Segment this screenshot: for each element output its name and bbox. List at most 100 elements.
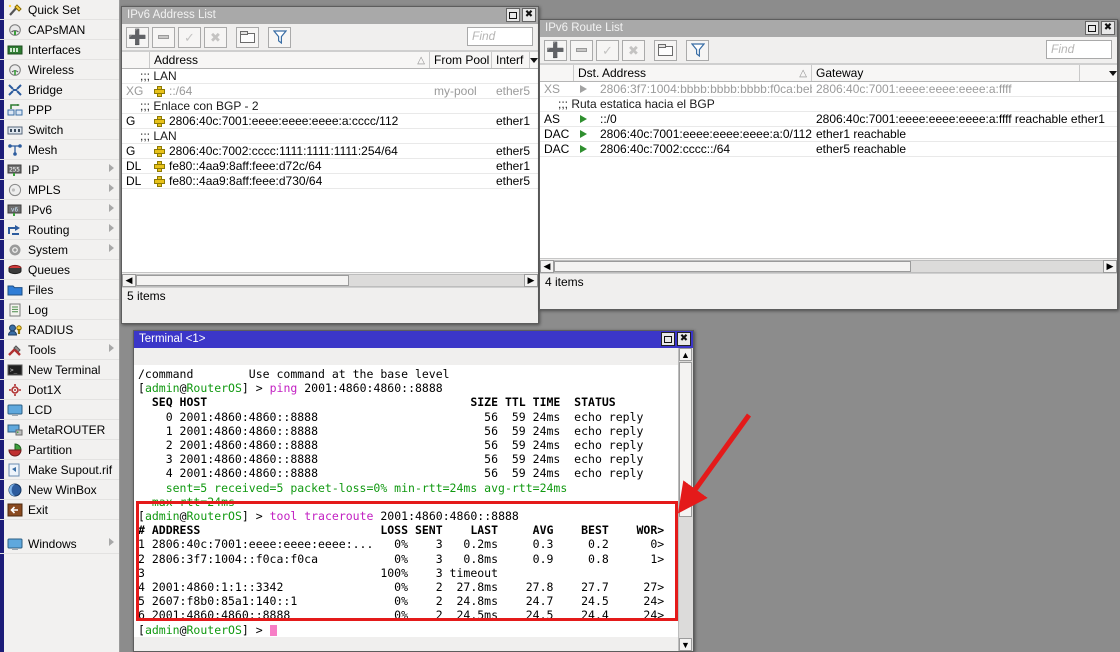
sidebar-item-radius[interactable]: RADIUS (0, 320, 119, 340)
scroll-left-button[interactable]: ◀ (122, 274, 136, 287)
table-comment-row[interactable]: ;;; Enlace con BGP - 2 (122, 99, 538, 114)
sidebar-item-capsman[interactable]: CAPsMAN (0, 20, 119, 40)
terminal-output[interactable]: /command Use command at the base level[a… (134, 365, 693, 637)
lcd-icon (6, 402, 23, 417)
scroll-right-button[interactable]: ▶ (1103, 260, 1117, 273)
table-row[interactable]: G2806:40c:7001:eeee:eeee:eeee:a:cccc/112… (122, 114, 538, 129)
sidebar-item-interfaces[interactable]: Interfaces (0, 40, 119, 60)
sidebar-item-wireless[interactable]: Wireless (0, 60, 119, 80)
route-hscrollbar[interactable]: ◀ ▶ (540, 258, 1117, 273)
hscroll-track[interactable] (136, 274, 524, 287)
comment-text: ;;; Ruta estatica hacia el BGP (540, 97, 1117, 111)
enable-button[interactable]: ✓ (596, 40, 619, 61)
sidebar-item-label: IPv6 (28, 203, 52, 217)
comment-button[interactable] (654, 40, 677, 61)
column-chooser-button[interactable] (1080, 65, 1117, 81)
sidebar-item-ip[interactable]: 255IP (0, 160, 119, 180)
filter-button[interactable] (268, 27, 291, 48)
column-header[interactable] (122, 52, 150, 68)
sidebar-item-mpls[interactable]: MPLS (0, 180, 119, 200)
table-comment-row[interactable]: ;;; Ruta estatica hacia el BGP (540, 97, 1117, 112)
enable-button[interactable]: ✓ (178, 27, 201, 48)
terminal-window[interactable]: Terminal <1> ✖ /command Use command at t… (133, 330, 694, 652)
table-row[interactable]: XS2806:3f7:1004:bbbb:bbbb:bbbb:f0ca:bebe… (540, 82, 1117, 97)
table-comment-row[interactable]: ;;; LAN (122, 129, 538, 144)
sidebar-item-bridge[interactable]: Bridge (0, 80, 119, 100)
sidebar-item-exit[interactable]: Exit (0, 500, 119, 520)
sidebar-item-windows[interactable]: Windows (0, 534, 119, 554)
table-row[interactable]: AS::/02806:40c:7001:eeee:eeee:eeee:a:fff… (540, 112, 1117, 127)
sidebar-item-new-terminal[interactable]: >_New Terminal (0, 360, 119, 380)
route-status-bar: 4 items (540, 273, 1117, 290)
sidebar-item-ppp[interactable]: PPP (0, 100, 119, 120)
filter-button[interactable] (686, 40, 709, 61)
route-table-body[interactable]: XS2806:3f7:1004:bbbb:bbbb:bbbb:f0ca:bebe… (540, 82, 1117, 258)
terminal-titlebar[interactable]: Terminal <1> ✖ (134, 331, 693, 348)
maximize-button[interactable] (506, 8, 520, 22)
column-header[interactable] (540, 65, 574, 81)
comment-button[interactable] (236, 27, 259, 48)
column-header[interactable]: Address△ (150, 52, 430, 68)
add-button[interactable]: ➕ (544, 40, 567, 61)
scroll-left-button[interactable]: ◀ (540, 260, 554, 273)
sidebar-item-lcd[interactable]: LCD (0, 400, 119, 420)
scroll-down-button[interactable]: ▼ (679, 638, 692, 651)
scroll-right-button[interactable]: ▶ (524, 274, 538, 287)
close-button[interactable]: ✖ (522, 8, 536, 22)
table-row[interactable]: DLfe80::4aa9:8aff:feee:d72c/64ether1 (122, 159, 538, 174)
vscroll-thumb[interactable] (679, 362, 692, 517)
table-row[interactable]: DAC2806:40c:7001:eeee:eeee:eeee:a:0/112e… (540, 127, 1117, 142)
remove-button[interactable] (570, 40, 593, 61)
disable-button[interactable]: ✖ (204, 27, 227, 48)
terminal-line: max-rtt=24ms (138, 495, 693, 509)
column-header[interactable]: Dst. Address△ (574, 65, 812, 81)
table-row[interactable]: DAC2806:40c:7002:cccc::/64ether5 reachab… (540, 142, 1117, 157)
add-button[interactable]: ➕ (126, 27, 149, 48)
column-header[interactable]: From Pool (430, 52, 492, 68)
interface-cell: ether5 (492, 84, 538, 98)
sidebar-item-dot1x[interactable]: Dot1X (0, 380, 119, 400)
sidebar-item-mesh[interactable]: Mesh (0, 140, 119, 160)
column-header[interactable]: Interf (492, 52, 530, 68)
sidebar-item-make-supout-rif[interactable]: Make Supout.rif (0, 460, 119, 480)
sidebar-item-files[interactable]: Files (0, 280, 119, 300)
remove-button[interactable] (152, 27, 175, 48)
address-table-body[interactable]: ;;; LANXG::/64my-poolether5;;; Enlace co… (122, 69, 538, 272)
find-input[interactable]: Find (1046, 40, 1112, 59)
sidebar-item-tools[interactable]: Tools (0, 340, 119, 360)
close-button[interactable]: ✖ (677, 332, 691, 346)
column-header[interactable]: Gateway (812, 65, 1080, 81)
sidebar-item-ipv6[interactable]: v6IPv6 (0, 200, 119, 220)
terminal-vscrollbar[interactable]: ▲ ▼ (678, 348, 693, 651)
sidebar-item-switch[interactable]: Switch (0, 120, 119, 140)
scroll-up-button[interactable]: ▲ (679, 348, 692, 361)
sidebar-item-log[interactable]: Log (0, 300, 119, 320)
maximize-button[interactable] (1085, 21, 1099, 35)
address-hscrollbar[interactable]: ◀ ▶ (122, 272, 538, 287)
sidebar-item-new-winbox[interactable]: New WinBox (0, 480, 119, 500)
hscroll-thumb[interactable] (136, 275, 349, 286)
hscroll-track[interactable] (554, 260, 1103, 273)
sidebar-item-quick-set[interactable]: Quick Set (0, 0, 119, 20)
table-comment-row[interactable]: ;;; LAN (122, 69, 538, 84)
sidebar-item-queues[interactable]: Queues (0, 260, 119, 280)
sidebar-item-system[interactable]: System (0, 240, 119, 260)
maximize-button[interactable] (661, 332, 675, 346)
sidebar-item-partition[interactable]: Partition (0, 440, 119, 460)
column-chooser-button[interactable] (530, 52, 538, 68)
find-input[interactable]: Find (467, 27, 533, 46)
table-row[interactable]: DLfe80::4aa9:8aff:feee:d730/64ether5 (122, 174, 538, 189)
disable-button[interactable]: ✖ (622, 40, 645, 61)
ipv6-route-list-window[interactable]: IPv6 Route List ✖ ➕ ✓ ✖ Find Dst. Addres… (539, 19, 1118, 310)
close-button[interactable]: ✖ (1101, 21, 1115, 35)
table-row[interactable]: XG::/64my-poolether5 (122, 84, 538, 99)
ipv6-route-list-titlebar[interactable]: IPv6 Route List ✖ (540, 20, 1117, 37)
ipv6-address-list-titlebar[interactable]: IPv6 Address List ✖ (122, 7, 538, 24)
sidebar-item-metarouter[interactable]: MetaROUTER (0, 420, 119, 440)
ipv6-address-list-window[interactable]: IPv6 Address List ✖ ➕ ✓ ✖ Find Address△F… (121, 6, 539, 324)
route-active-icon (580, 145, 587, 153)
hscroll-thumb[interactable] (554, 261, 911, 272)
sidebar-item-label: Bridge (28, 83, 63, 97)
table-row[interactable]: G2806:40c:7002:cccc:1111:1111:1111:254/6… (122, 144, 538, 159)
sidebar-item-routing[interactable]: Routing (0, 220, 119, 240)
